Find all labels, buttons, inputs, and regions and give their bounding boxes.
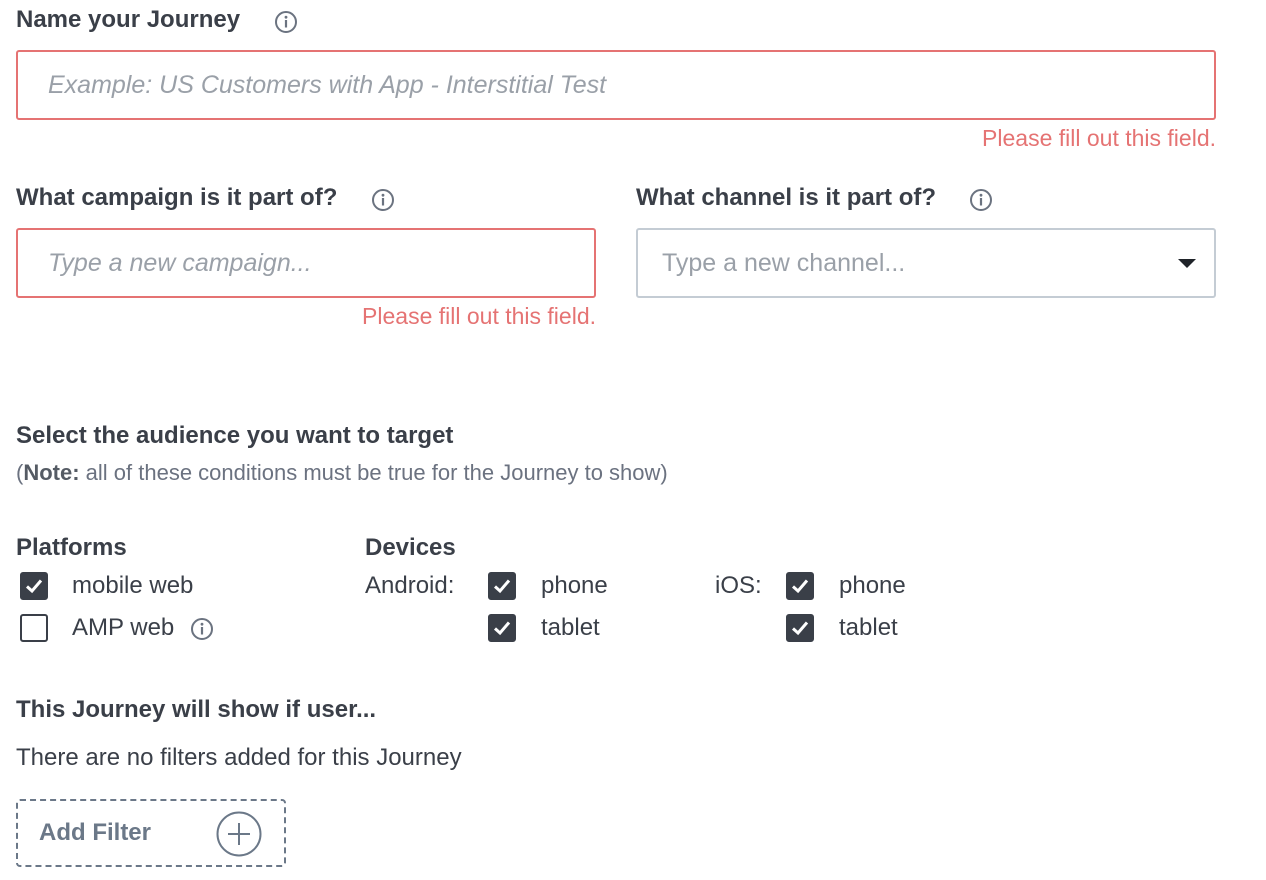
ios-tablet-checkbox[interactable] [786,614,814,642]
platform-label-mobile-web: mobile web [72,572,194,599]
journey-name-label: Name your Journey [16,6,241,33]
check-icon [493,621,511,636]
plus-circle-icon [216,811,262,857]
amp-web-checkbox[interactable] [20,614,48,642]
journey-name-input[interactable] [48,70,1184,100]
channel-input[interactable] [662,248,1184,278]
info-icon[interactable] [371,188,395,212]
audience-note: (Note: all of these conditions must be t… [16,460,668,485]
channel-label: What channel is it part of? [636,184,937,211]
android-phone-checkbox[interactable] [488,572,516,600]
filters-title: This Journey will show if user... [16,696,377,723]
journey-name-error: Please fill out this field. [982,125,1216,151]
devices-title: Devices [365,534,456,561]
channel-select[interactable] [636,228,1216,298]
campaign-field[interactable] [16,228,596,298]
ios-label: iOS: [715,572,762,599]
check-icon [25,579,43,594]
add-filter-label: Add Filter [39,819,151,846]
add-filter-button[interactable]: Add Filter [16,799,286,867]
filters-empty-text: There are no filters added for this Jour… [16,744,462,771]
platform-label-amp-web: AMP web [72,614,175,641]
android-phone-label: phone [541,572,608,599]
platforms-title: Platforms [16,534,127,561]
campaign-input[interactable] [48,248,564,278]
android-label: Android: [365,572,455,599]
ios-tablet-label: tablet [839,614,898,641]
android-tablet-label: tablet [541,614,600,641]
check-icon [791,621,809,636]
caret-down-icon[interactable] [1178,259,1196,268]
audience-title: Select the audience you want to target [16,422,454,449]
check-icon [493,579,511,594]
info-icon[interactable] [969,188,993,212]
ios-phone-checkbox[interactable] [786,572,814,600]
campaign-error: Please fill out this field. [362,303,596,329]
check-icon [791,579,809,594]
mobile-web-checkbox[interactable] [20,572,48,600]
info-icon[interactable] [274,10,298,34]
android-tablet-checkbox[interactable] [488,614,516,642]
info-icon[interactable] [190,617,214,641]
campaign-label: What campaign is it part of? [16,184,338,211]
journey-name-field[interactable] [16,50,1216,120]
ios-phone-label: phone [839,572,906,599]
